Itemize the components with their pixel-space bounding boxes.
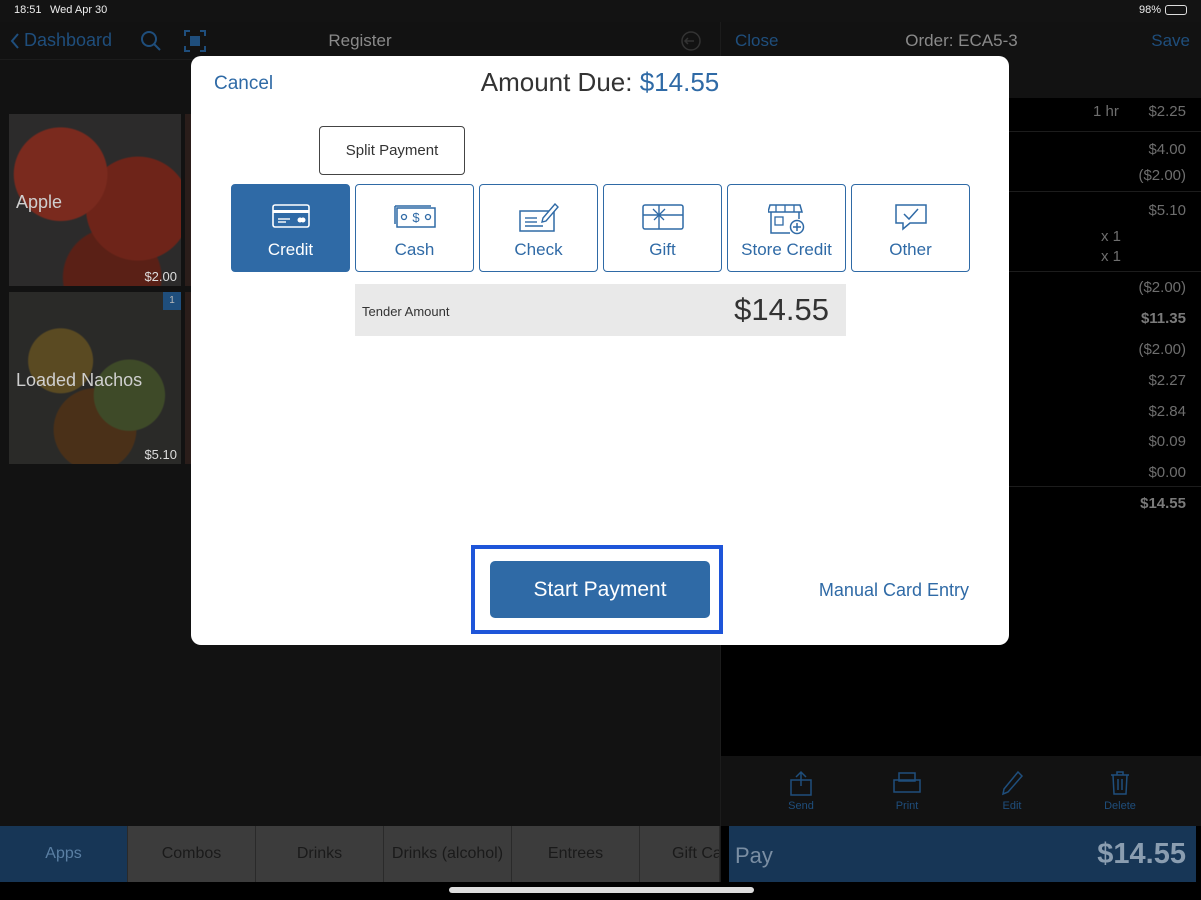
product-price: $5.10 xyxy=(144,447,177,462)
category-tab-entrees[interactable]: Entrees xyxy=(512,826,640,882)
product-name: Apple xyxy=(16,192,63,212)
pencil-icon xyxy=(1001,770,1024,796)
tender-amount-field[interactable]: Tender Amount $14.55 xyxy=(355,284,846,336)
payment-type-label: Store Credit xyxy=(741,240,832,259)
pay-label: Pay xyxy=(735,843,773,868)
check-icon xyxy=(518,203,559,232)
amount-due-header: Amount Due: $14.55 xyxy=(191,67,1009,98)
logout-icon[interactable] xyxy=(680,30,702,52)
print-button[interactable]: Print xyxy=(877,770,937,812)
credit-card-icon xyxy=(271,204,310,228)
order-action-bar: Send Print Edit Delete xyxy=(721,756,1201,826)
status-date: Wed Apr 30 xyxy=(50,4,108,16)
payment-type-gift[interactable]: Gift xyxy=(603,184,722,272)
register-nav-bar: Dashboard Register xyxy=(0,22,720,60)
product-tile-apple[interactable]: Apple $2.00 xyxy=(9,114,181,286)
battery-icon xyxy=(1165,5,1187,15)
payment-type-label: Cash xyxy=(394,240,435,259)
edit-button[interactable]: Edit xyxy=(982,770,1042,812)
send-button[interactable]: Send xyxy=(771,770,831,812)
tender-amount-value: $14.55 xyxy=(734,292,829,327)
status-time: 18:51 xyxy=(14,4,42,16)
category-tab-bar: Apps Combos Drinks Drinks (alcohol) Entr… xyxy=(0,826,720,882)
cash-icon: $ xyxy=(393,205,436,228)
pay-amount: $14.55 xyxy=(1097,838,1186,870)
payment-type-store-credit[interactable]: Store Credit xyxy=(727,184,846,272)
tender-amount-label: Tender Amount xyxy=(362,304,450,319)
product-price: $2.00 xyxy=(144,269,177,284)
payment-type-cash[interactable]: $ Cash xyxy=(355,184,474,272)
amount-due-value: $14.55 xyxy=(639,67,720,97)
status-bar: 18:51 Wed Apr 30 98% xyxy=(0,0,1201,22)
category-tab-combos[interactable]: Combos xyxy=(128,826,256,882)
gift-card-icon xyxy=(641,204,684,230)
product-tile-loaded-nachos[interactable]: 1 Loaded Nachos $5.10 xyxy=(9,292,181,464)
save-button[interactable]: Save xyxy=(1151,31,1190,51)
payment-type-credit[interactable]: Credit xyxy=(231,184,350,272)
payment-type-label: Gift xyxy=(649,240,676,259)
delete-label: Delete xyxy=(1104,800,1136,812)
printer-icon xyxy=(893,772,921,793)
payment-type-label: Check xyxy=(514,240,563,259)
battery-percent: 98% xyxy=(1138,4,1161,16)
payment-modal: Cancel Amount Due: $14.55 Split Payment … xyxy=(191,56,1009,645)
payment-type-other[interactable]: Other xyxy=(851,184,970,272)
edit-label: Edit xyxy=(1002,800,1022,812)
payment-type-label: Other xyxy=(889,240,932,259)
home-indicator[interactable] xyxy=(449,887,754,893)
pay-button[interactable]: Pay $14.55 xyxy=(729,826,1196,882)
order-title: Order: ECA5-3 xyxy=(905,31,1018,50)
print-label: Print xyxy=(895,800,919,812)
other-icon xyxy=(894,204,927,231)
battery-indicator: 98% xyxy=(1139,4,1187,16)
send-label: Send xyxy=(788,800,814,812)
store-credit-icon xyxy=(767,204,804,235)
register-title: Register xyxy=(328,31,392,50)
category-tab-drinks-alcohol[interactable]: Drinks (alcohol) xyxy=(384,826,512,882)
manual-card-entry-link[interactable]: Manual Card Entry xyxy=(819,580,969,601)
payment-type-check[interactable]: Check xyxy=(479,184,598,272)
payment-type-label: Credit xyxy=(267,240,314,259)
start-payment-button[interactable]: Start Payment xyxy=(490,561,710,618)
category-tab-gift-cards[interactable]: Gift Ca xyxy=(640,826,720,882)
amount-due-label: Amount Due: xyxy=(480,67,633,97)
delete-button[interactable]: Delete xyxy=(1090,770,1150,812)
quantity-badge: 1 xyxy=(163,292,181,310)
category-tab-drinks[interactable]: Drinks xyxy=(256,826,384,882)
send-icon xyxy=(790,770,812,796)
split-payment-button[interactable]: Split Payment xyxy=(319,126,465,175)
svg-text:$: $ xyxy=(412,210,420,225)
product-name: Loaded Nachos xyxy=(16,370,143,390)
order-nav-bar: Close Order: ECA5-3 Save xyxy=(721,22,1201,60)
trash-icon xyxy=(1111,771,1129,795)
category-tab-apps[interactable]: Apps xyxy=(0,826,128,882)
